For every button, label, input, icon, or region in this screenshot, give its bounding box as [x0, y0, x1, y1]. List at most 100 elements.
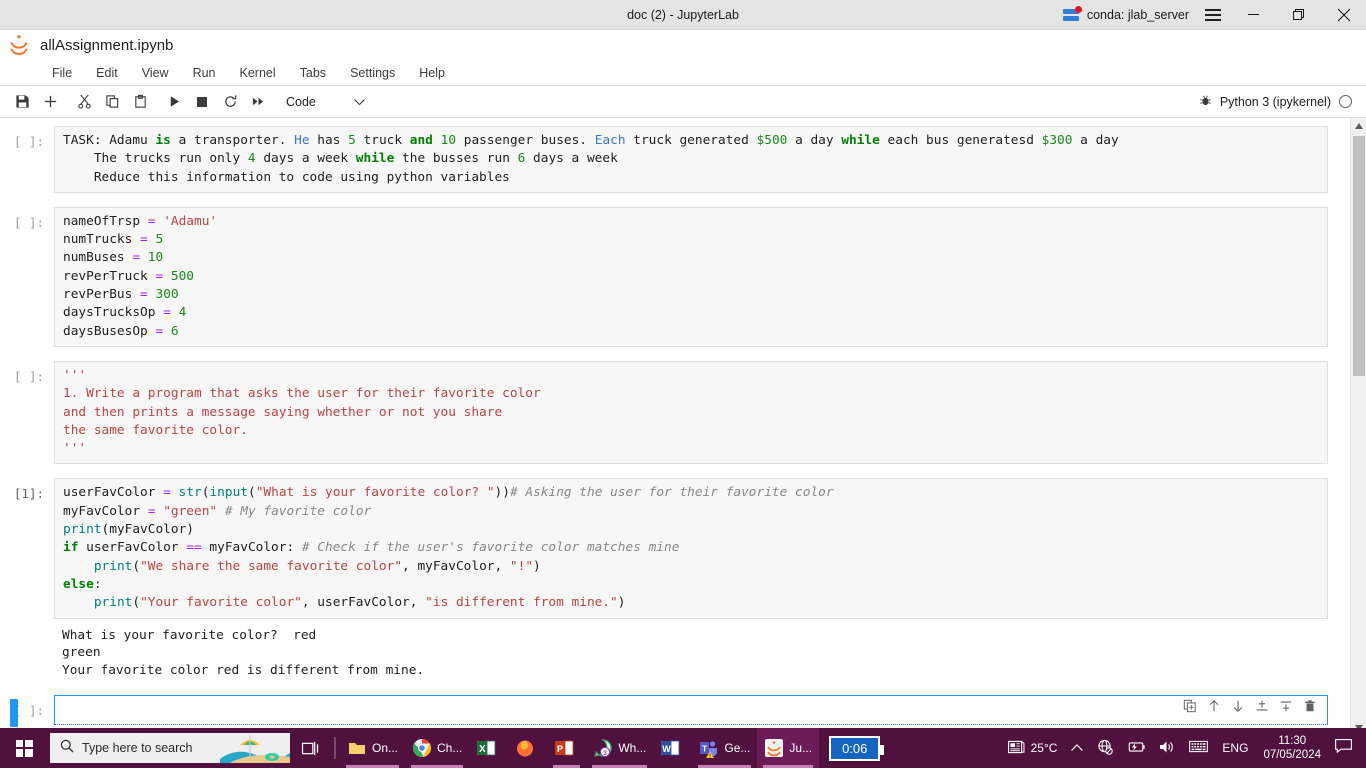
insert-below-icon[interactable]: [1278, 698, 1294, 714]
code-token: a day: [787, 133, 842, 148]
start-button[interactable]: [0, 728, 48, 768]
menu-view[interactable]: View: [130, 63, 181, 83]
code-token: while: [355, 151, 395, 167]
code-token: revPerTruck: [63, 268, 156, 284]
taskbar-item-onedrive[interactable]: On...: [340, 728, 405, 768]
battery-status-button[interactable]: [1120, 728, 1152, 768]
show-hidden-icons-button[interactable]: [1064, 728, 1090, 768]
network-status-button[interactable]: [1090, 728, 1120, 768]
code-line: else:: [63, 576, 1327, 594]
bug-icon[interactable]: [1199, 94, 1212, 110]
taskbar-item-word[interactable]: W: [653, 728, 692, 768]
menu-kernel[interactable]: Kernel: [228, 63, 288, 83]
cell-editor[interactable]: nameOfTrsp = 'Adamu' numTrucks = 5 numBuse…: [54, 206, 1328, 347]
svg-text:3: 3: [604, 750, 608, 757]
code-token: 5: [348, 133, 356, 148]
save-icon[interactable]: [8, 89, 36, 115]
taskbar-item-excel[interactable]: X: [469, 728, 508, 768]
onedrive-icon: [347, 738, 367, 758]
notification-center-button[interactable]: [1329, 738, 1362, 758]
move-down-icon[interactable]: [1230, 698, 1246, 714]
task-view-button[interactable]: [290, 741, 330, 756]
notebook-cell[interactable]: [ ]: nameOfTrsp = 'Adamu' numTrucks = 5 num…: [0, 206, 1350, 347]
notebook-cell[interactable]: [ ]:: [0, 695, 1350, 728]
language-indicator[interactable]: ENG: [1215, 728, 1255, 768]
timer-badge[interactable]: 0:06: [829, 735, 885, 761]
code-line: nameOfTrsp = 'Adamu': [63, 213, 1327, 231]
conda-server-badge[interactable]: conda: jlab_server: [1057, 5, 1195, 22]
copy-icon[interactable]: [98, 89, 126, 115]
paste-icon[interactable]: [126, 89, 154, 115]
code-token: daysBusesOp: [63, 323, 156, 339]
delete-icon[interactable]: [1302, 698, 1318, 714]
cell-editor[interactable]: userFavColor = str(input("What is your f…: [54, 478, 1328, 619]
menu-edit[interactable]: Edit: [84, 63, 130, 83]
taskbar-item-label: Wh...: [618, 741, 647, 755]
code-token: 300: [155, 287, 179, 303]
kernel-name-label[interactable]: Python 3 (ipykernel): [1220, 95, 1331, 109]
jupyter-icon: [764, 738, 784, 758]
search-input[interactable]: Type here to search: [50, 733, 290, 763]
clock[interactable]: 11:30 07/05/2024: [1255, 734, 1329, 762]
code-token: has: [309, 133, 349, 148]
close-button[interactable]: [1321, 0, 1366, 30]
network-offline-icon: [1097, 739, 1114, 758]
cell-editor[interactable]: TASK: Adamu is a transporter. He has 5 t…: [54, 126, 1328, 193]
move-up-icon[interactable]: [1206, 698, 1222, 714]
restart-kernel-icon[interactable]: [216, 89, 244, 115]
taskbar-item-powerpoint[interactable]: P: [547, 728, 586, 768]
menu-file[interactable]: File: [40, 63, 84, 83]
code-token: days a week: [255, 151, 356, 167]
minimize-button[interactable]: [1231, 0, 1276, 30]
code-token: days a week: [525, 151, 618, 167]
duplicate-icon[interactable]: [1182, 698, 1198, 714]
server-icon: [1062, 5, 1082, 22]
kernel-status-indicator[interactable]: [1339, 95, 1352, 108]
code-token: 6: [170, 323, 179, 339]
code-token: myFavColor:: [201, 540, 302, 556]
menu-hamburger-icon[interactable]: [1195, 0, 1231, 29]
taskbar-item-chrome[interactable]: Ch...: [405, 728, 469, 768]
taskbar-item-jupyter[interactable]: Ju...: [757, 728, 820, 768]
svg-text:!: !: [709, 753, 711, 759]
cell-editor[interactable]: ''' 1. Write a program that asks the user…: [54, 360, 1328, 465]
touch-keyboard-button[interactable]: [1182, 728, 1215, 768]
code-token: 10: [147, 250, 164, 266]
insert-above-icon[interactable]: [1254, 698, 1270, 714]
menu-settings[interactable]: Settings: [338, 63, 407, 83]
scroll-up-arrow-icon[interactable]: [1351, 118, 1366, 134]
volume-icon: [1159, 740, 1175, 757]
stop-kernel-icon[interactable]: [188, 89, 216, 115]
cell-prompt: [ ]:: [13, 703, 44, 719]
code-token: numBuses: [63, 250, 133, 266]
code-line: daysTrucksOp = 4: [63, 304, 1327, 322]
taskbar-item-teams[interactable]: T ! Ge...: [692, 728, 757, 768]
cell-body: userFavColor = str(input("What is your f…: [54, 478, 1328, 681]
restart-run-all-icon[interactable]: [244, 89, 272, 115]
system-tray: 25°C ENG 11:30 07/05/2024: [1001, 728, 1366, 768]
volume-button[interactable]: [1152, 728, 1182, 768]
menu-bar: File Edit View Run Kernel Tabs Settings …: [0, 60, 1366, 86]
notebook-toolbar: Code Python 3 (ipykernel): [0, 86, 1366, 118]
run-cell-icon[interactable]: [160, 89, 188, 115]
taskbar-item-firefox[interactable]: [508, 728, 547, 768]
code-token: the busses run: [394, 151, 518, 167]
cell-type-select[interactable]: Code: [282, 93, 369, 111]
add-cell-icon[interactable]: [36, 89, 64, 115]
menu-help[interactable]: Help: [407, 63, 457, 83]
notebook-cell[interactable]: [ ]: ''' 1. Write a program that asks the …: [0, 360, 1350, 465]
taskbar-item-whatsapp[interactable]: 3 Wh...: [586, 728, 653, 768]
notebook-scrollbar[interactable]: [1350, 118, 1366, 736]
notebook-cell[interactable]: [1]: userFavColor = str(input("What is yo…: [0, 478, 1350, 681]
cell-editor[interactable]: [54, 695, 1328, 726]
menu-tabs[interactable]: Tabs: [288, 63, 338, 83]
cut-icon[interactable]: [70, 89, 98, 115]
keyboard-icon: [1189, 740, 1209, 756]
menu-run[interactable]: Run: [181, 63, 228, 83]
maximize-button[interactable]: [1276, 0, 1321, 30]
news-weather-widget[interactable]: 25°C: [1001, 728, 1065, 768]
code-token: ): [617, 595, 626, 611]
notebook-cell[interactable]: [ ]: TASK: Adamu is a transporter. He has…: [0, 126, 1350, 193]
scrollbar-thumb[interactable]: [1353, 136, 1365, 376]
